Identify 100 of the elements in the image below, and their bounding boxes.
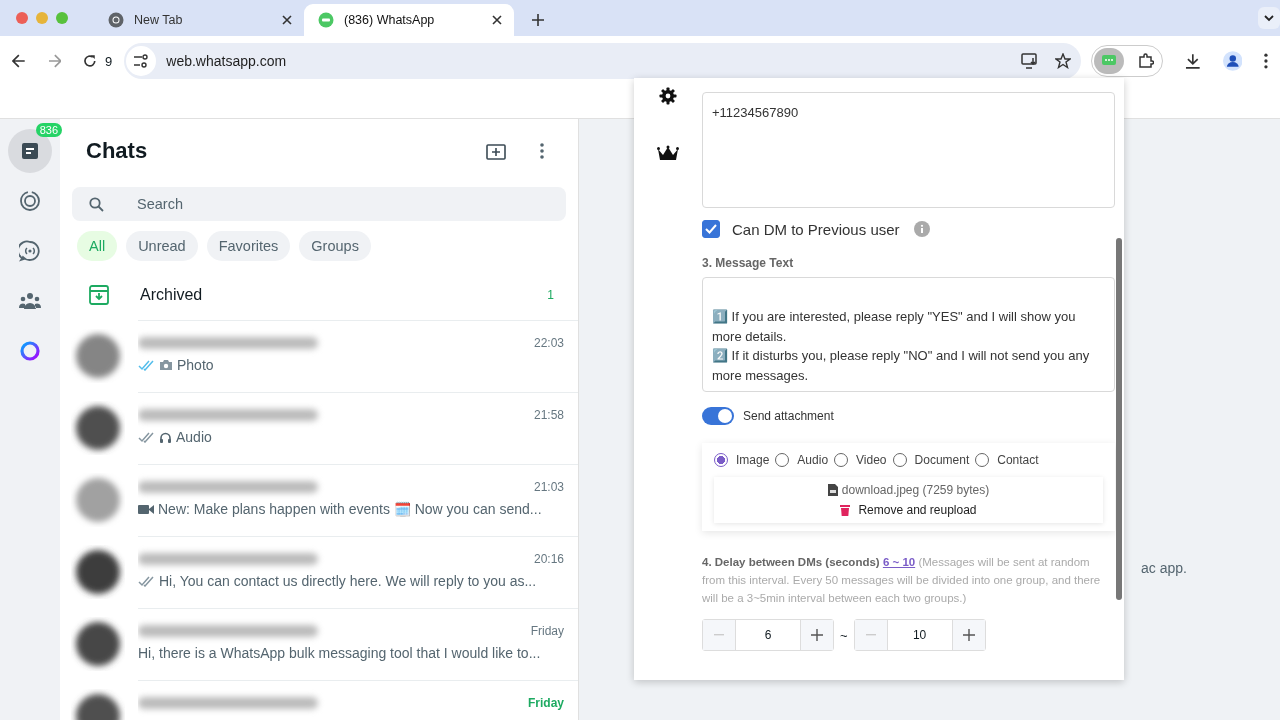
- headphones-icon: [159, 430, 172, 444]
- chats-title: Chats: [86, 138, 148, 164]
- forward-icon[interactable]: [47, 54, 62, 68]
- chat-list-icon: [20, 142, 40, 160]
- trash-icon: [840, 504, 851, 516]
- radio-option[interactable]: Audio: [775, 453, 829, 467]
- chrome-icon: [108, 12, 124, 28]
- new-tab-icon[interactable]: [532, 14, 544, 26]
- chat-bubble-icon: [318, 12, 334, 28]
- search-field[interactable]: Search: [72, 187, 566, 221]
- archived-row[interactable]: Archived 1: [60, 270, 578, 320]
- chevron-down-icon: [1264, 14, 1274, 22]
- tab-title: (836) WhatsApp: [344, 13, 436, 27]
- section-label: 3. Message Text: [702, 256, 795, 270]
- radio-label: Video: [856, 453, 887, 467]
- bookmark-star-icon[interactable]: [1054, 53, 1071, 69]
- chat-time: 20:16: [533, 552, 564, 566]
- close-window-button[interactable]: [16, 12, 28, 24]
- filter-chip[interactable]: Favorites: [206, 231, 291, 261]
- close-icon[interactable]: [282, 15, 292, 25]
- message-preview: Audio: [176, 429, 212, 445]
- radio-label: Image: [736, 453, 770, 467]
- download-icon[interactable]: [1184, 53, 1201, 69]
- chat-time: 21:03: [533, 480, 564, 494]
- increment-button[interactable]: [801, 620, 833, 650]
- toggle-switch[interactable]: [702, 407, 734, 425]
- address-bar[interactable]: web.whatsapp.com: [124, 43, 1081, 79]
- plus-icon: [811, 629, 823, 641]
- broadcast-bubble-icon: [19, 240, 41, 262]
- number-stepper[interactable]: 6: [702, 619, 834, 651]
- radio-option[interactable]: Contact: [975, 453, 1039, 467]
- filter-chip[interactable]: Groups: [299, 231, 371, 261]
- radio-button[interactable]: [714, 453, 728, 467]
- camera-icon: [159, 359, 173, 371]
- chat-time: 22:03: [533, 336, 564, 350]
- radio-option[interactable]: Image: [714, 453, 770, 467]
- radio-label: Audio: [797, 453, 829, 467]
- puzzle-icon[interactable]: [1137, 53, 1154, 69]
- range-link[interactable]: 6 ~ 10: [882, 556, 916, 568]
- browser-tab[interactable]: New Tab: [94, 4, 304, 36]
- number-stepper[interactable]: 10: [853, 619, 986, 651]
- intro-text: ac app.: [1141, 560, 1187, 576]
- profile-avatar-icon[interactable]: [1222, 51, 1243, 71]
- browser-tab[interactable]: (836) WhatsApp: [304, 4, 514, 36]
- chat-row[interactable]: 20:16 Hi, You can contact us directly here. We will reply to you as...: [60, 536, 578, 608]
- phone-numbers-field[interactable]: +11234567890: [702, 92, 1115, 208]
- file-icon: [827, 484, 838, 496]
- chat-time: 21:58: [533, 408, 564, 422]
- message-text-field[interactable]: 1⃣ If you are interested, please reply "YES" and I will show you more details. 2⃣ If it disturbs you, please reply "NO" and I will not send you any more messages.: [702, 277, 1115, 392]
- stepper-value: 10: [886, 620, 953, 650]
- chat-time: Friday: [528, 696, 564, 710]
- ring-icon: [19, 340, 41, 362]
- chat-time: Friday: [530, 624, 564, 638]
- more-options-icon[interactable]: [540, 143, 544, 159]
- chat-row[interactable]: 21:58 Audio: [60, 392, 578, 464]
- file-name: download.jpeg (7259 bytes): [841, 483, 990, 497]
- crown-icon[interactable]: [657, 145, 679, 163]
- extension-count: 9: [105, 53, 113, 69]
- close-icon[interactable]: [492, 15, 502, 25]
- tab-search-button[interactable]: [1258, 7, 1280, 29]
- chat-row[interactable]: Friday Hi, there is a WhatsApp bulk messaging tool that I would like to...: [60, 608, 578, 680]
- archived-label: Archived: [140, 286, 204, 304]
- radio-option[interactable]: Document: [892, 453, 970, 467]
- checkbox[interactable]: [702, 220, 720, 238]
- people-group-icon: [18, 292, 42, 310]
- toggle-label: Send attachment: [743, 409, 834, 423]
- status-ring-icon: [19, 190, 41, 212]
- scrollbar-thumb[interactable]: [1116, 238, 1122, 600]
- chat-row[interactable]: 22:03 Photo: [60, 320, 578, 392]
- menu-icon[interactable]: [1264, 53, 1268, 69]
- radio-option[interactable]: Video: [834, 453, 887, 467]
- reload-icon[interactable]: [83, 54, 98, 68]
- search-icon: [89, 197, 104, 212]
- install-app-icon[interactable]: [1020, 53, 1039, 69]
- radio-label: Document: [914, 453, 970, 467]
- message-preview: Hi, You can contact us directly here. We will reply to you as...: [159, 573, 537, 589]
- settings-icon[interactable]: [659, 87, 677, 105]
- checkbox-label: Can DM to Previous user: [732, 220, 900, 238]
- remove-button[interactable]: Remove and reupload: [840, 503, 977, 517]
- archived-count: 1: [547, 288, 554, 302]
- minus-icon: [714, 634, 724, 636]
- chat-row[interactable]: 21:03 New: Make plans happen with events 🗓 Now you can send...: [60, 464, 578, 536]
- url-text: web.whatsapp.com: [166, 53, 287, 69]
- delay-description: 4. Delay between DMs (seconds) 6 ~ 10 (Messages will be sent at random from this interval. Every 50 messages will be divided into one group, and there will be a 3~5min interval between each two groups.): [702, 555, 1102, 606]
- tab-title: New Tab: [134, 13, 184, 27]
- message-preview: Photo: [177, 357, 214, 373]
- new-chat-icon[interactable]: [486, 142, 506, 160]
- unread-badge: 836: [35, 123, 62, 137]
- increment-button[interactable]: [952, 620, 985, 650]
- radio-label: Contact: [997, 453, 1039, 467]
- range-separator: ~: [840, 627, 848, 643]
- archive-icon: [89, 285, 109, 305]
- message-preview: New: Make plans happen with events 🗓 Now you can send...: [158, 501, 542, 517]
- filter-chip[interactable]: Unread: [126, 231, 198, 261]
- back-icon[interactable]: [12, 54, 26, 68]
- plus-icon: [962, 629, 975, 641]
- message-preview: Hi, there is a WhatsApp bulk messaging tool that I would like to...: [138, 645, 541, 661]
- minus-icon: [865, 634, 876, 636]
- site-settings-icon[interactable]: [126, 46, 157, 76]
- video-camera-icon: [138, 503, 154, 515]
